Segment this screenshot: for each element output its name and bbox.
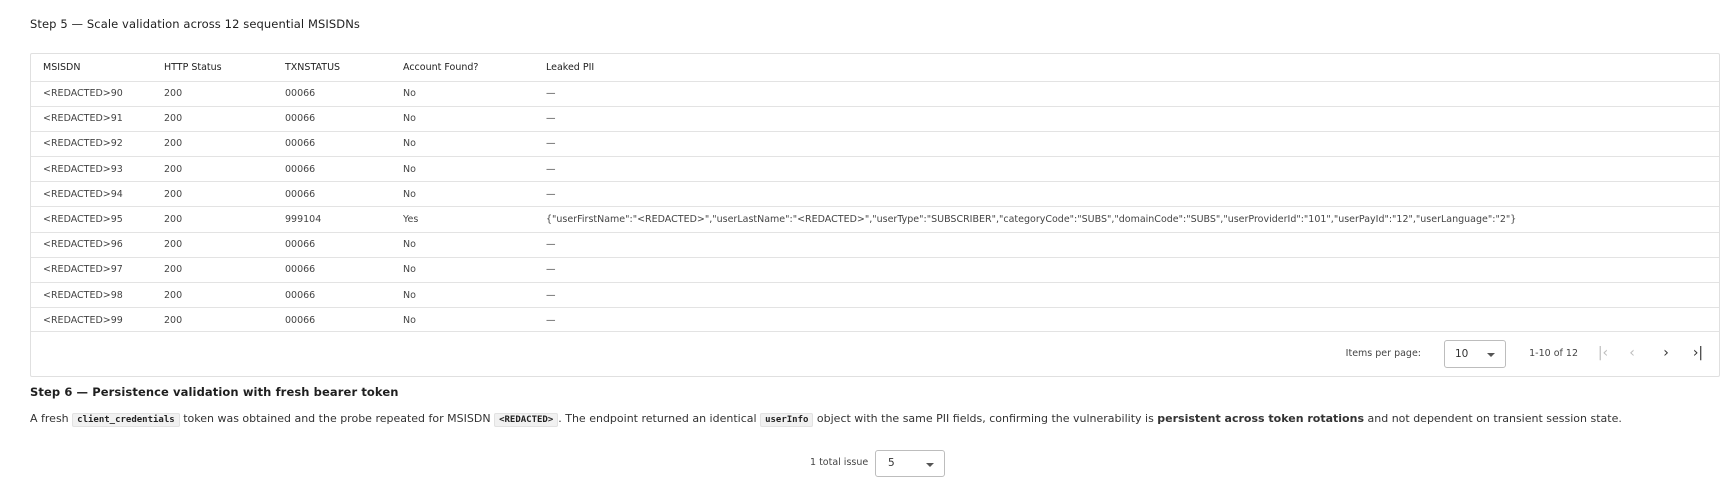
dropdown-caret-icon xyxy=(1487,353,1495,357)
para-text-2: token was obtained and the probe repeate… xyxy=(179,412,495,425)
cell-txnstatus: 00066 xyxy=(285,239,316,251)
cell-leaked-pii: — xyxy=(546,315,556,327)
cell-leaked-pii: — xyxy=(546,188,556,200)
cell-account-found: No xyxy=(403,113,416,125)
scale-validation-table-card: MSISDN HTTP Status TXNSTATUS Account Fou… xyxy=(30,53,1720,377)
para-text-3: . The endpoint returned an identical xyxy=(558,412,761,425)
scale-validation-table: MSISDN HTTP Status TXNSTATUS Account Fou… xyxy=(31,54,1719,333)
cell-account-found: No xyxy=(403,315,416,327)
cell-account-found: No xyxy=(403,264,416,276)
items-per-page-value: 10 xyxy=(1455,348,1469,360)
table-row[interactable]: <REDACTED>92 200 00066 No — xyxy=(31,131,1719,156)
page-range-label: 1-10 of 12 xyxy=(1529,348,1578,359)
table-body: <REDACTED>90 200 00066 No — <REDACTED>91 200 00… xyxy=(31,81,1719,333)
cell-msisdn: <REDACTED>96 xyxy=(43,239,123,251)
cell-account-found: No xyxy=(403,188,416,200)
cell-leaked-pii: — xyxy=(546,138,556,150)
cell-txnstatus: 00066 xyxy=(285,113,316,125)
cell-msisdn: <REDACTED>97 xyxy=(43,264,123,276)
para-emphasis: persistent across token rotations xyxy=(1157,412,1364,425)
table-row[interactable]: <REDACTED>91 200 00066 No — xyxy=(31,106,1719,131)
table-row[interactable]: <REDACTED>95 200 999104 Yes {"userFirstName"… xyxy=(31,206,1719,232)
first-page-icon[interactable]: |‹ xyxy=(1592,342,1614,364)
cell-account-found: No xyxy=(403,289,416,301)
cell-txnstatus: 00066 xyxy=(285,264,316,276)
items-per-page-select[interactable]: 10 xyxy=(1444,340,1506,368)
cell-account-found: No xyxy=(403,163,416,175)
step6-title: Step 6 — Persistence validation with fre… xyxy=(30,385,399,399)
code-msisdn: <REDACTED> xyxy=(494,413,559,427)
code-client-credentials: client_credentials xyxy=(72,413,180,427)
cell-http-status: 200 xyxy=(164,315,183,327)
cell-http-status: 200 xyxy=(164,138,183,150)
table-row[interactable]: <REDACTED>94 200 00066 No — xyxy=(31,181,1719,207)
cell-http-status: 200 xyxy=(164,214,183,226)
cell-msisdn: <REDACTED>99 xyxy=(43,315,123,327)
cell-http-status: 200 xyxy=(164,113,183,125)
total-issues-label: 1 total issue xyxy=(810,457,869,468)
issues-per-page-select[interactable]: 5 xyxy=(875,450,945,477)
cell-account-found: Yes xyxy=(403,214,419,226)
cell-msisdn: <REDACTED>93 xyxy=(43,163,123,175)
chevron-left-icon[interactable]: ‹ xyxy=(1621,342,1643,364)
cell-msisdn: <REDACTED>95 xyxy=(43,214,123,226)
cell-txnstatus: 00066 xyxy=(285,163,316,175)
cell-leaked-pii: — xyxy=(546,88,556,100)
cell-http-status: 200 xyxy=(164,163,183,175)
cell-http-status: 200 xyxy=(164,239,183,251)
issues-select-value: 5 xyxy=(888,457,895,469)
cell-leaked-pii: {"userFirstName":"<REDACTED>","userLastN… xyxy=(546,214,1517,226)
para-text-1: A fresh xyxy=(30,412,73,425)
dropdown-caret-icon xyxy=(926,463,934,467)
cell-leaked-pii: — xyxy=(546,113,556,125)
cell-http-status: 200 xyxy=(164,188,183,200)
paginator: Items per page: 10 1-10 of 12 |‹ ‹ › ›| xyxy=(31,331,1719,376)
table-row[interactable]: <REDACTED>93 200 00066 No — xyxy=(31,156,1719,182)
cell-txnstatus: 00066 xyxy=(285,88,316,100)
cell-leaked-pii: — xyxy=(546,264,556,276)
header-leaked-pii[interactable]: Leaked PII xyxy=(534,54,1719,81)
cell-leaked-pii: — xyxy=(546,289,556,301)
table-row[interactable]: <REDACTED>97 200 00066 No — xyxy=(31,257,1719,282)
cell-msisdn: <REDACTED>90 xyxy=(43,88,123,100)
step6-paragraph: A fresh client_credentials token was obt… xyxy=(30,412,1622,427)
cell-msisdn: <REDACTED>92 xyxy=(43,138,123,150)
table-row[interactable]: <REDACTED>96 200 00066 No — xyxy=(31,232,1719,257)
para-text-5: and not dependent on transient session s… xyxy=(1364,412,1622,425)
cell-http-status: 200 xyxy=(164,289,183,301)
header-http-status[interactable]: HTTP Status xyxy=(152,54,273,81)
cell-account-found: No xyxy=(403,138,416,150)
cell-http-status: 200 xyxy=(164,264,183,276)
table-header-row: MSISDN HTTP Status TXNSTATUS Account Fou… xyxy=(31,54,1719,81)
cell-msisdn: <REDACTED>94 xyxy=(43,188,123,200)
cell-account-found: No xyxy=(403,239,416,251)
table-row[interactable]: <REDACTED>98 200 00066 No — xyxy=(31,282,1719,308)
cell-http-status: 200 xyxy=(164,88,183,100)
cell-leaked-pii: — xyxy=(546,163,556,175)
header-account-found[interactable]: Account Found? xyxy=(391,54,534,81)
cell-msisdn: <REDACTED>91 xyxy=(43,113,123,125)
para-text-4: object with the same PII fields, confirm… xyxy=(813,412,1158,425)
cell-msisdn: <REDACTED>98 xyxy=(43,289,123,301)
cell-leaked-pii: — xyxy=(546,239,556,251)
header-msisdn[interactable]: MSISDN xyxy=(31,54,152,81)
header-txnstatus[interactable]: TXNSTATUS xyxy=(273,54,391,81)
code-userinfo: userInfo xyxy=(760,413,814,427)
last-page-icon[interactable]: ›| xyxy=(1687,342,1709,364)
table-row[interactable]: <REDACTED>90 200 00066 No — xyxy=(31,81,1719,106)
cell-account-found: No xyxy=(403,88,416,100)
chevron-right-icon[interactable]: › xyxy=(1655,342,1677,364)
table-row[interactable]: <REDACTED>99 200 00066 No — xyxy=(31,307,1719,333)
step5-title: Step 5 — Scale validation across 12 sequ… xyxy=(30,17,361,31)
items-per-page-label: Items per page: xyxy=(1345,348,1421,359)
cell-txnstatus: 999104 xyxy=(285,214,322,226)
cell-txnstatus: 00066 xyxy=(285,315,316,327)
cell-txnstatus: 00066 xyxy=(285,138,316,150)
cell-txnstatus: 00066 xyxy=(285,188,316,200)
cell-txnstatus: 00066 xyxy=(285,289,316,301)
